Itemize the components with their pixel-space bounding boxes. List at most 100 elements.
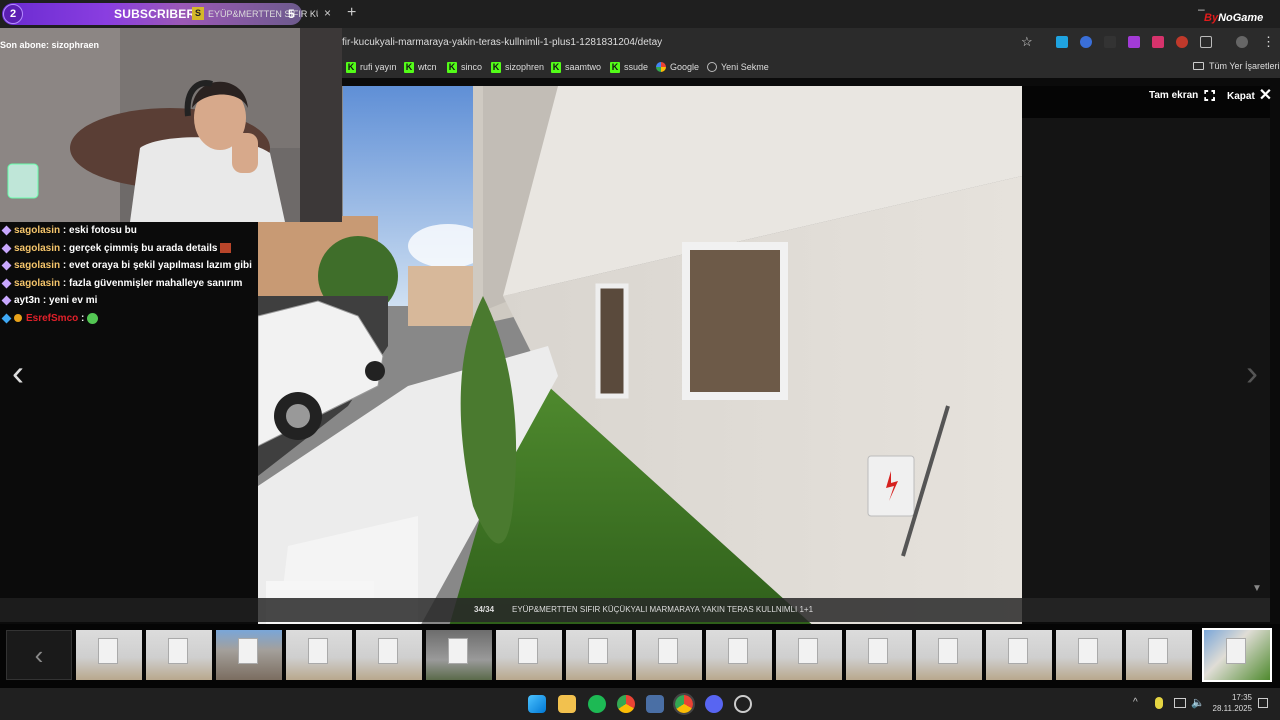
discord-icon[interactable]: [705, 695, 723, 713]
viewer-side-panel: [1022, 118, 1270, 598]
thumbnail[interactable]: [566, 630, 632, 680]
chrome-icon[interactable]: [617, 695, 635, 713]
close-label: Kapat: [1227, 90, 1255, 102]
tab-title[interactable]: EYÜP&MERTTEN SIFIR KÜÇÜKY: [208, 9, 318, 19]
network-icon[interactable]: [1174, 698, 1186, 708]
new-tab-button[interactable]: +: [347, 4, 356, 22]
last-subscriber-label: Son abone: sizophraen: [0, 40, 100, 50]
app-icon[interactable]: [734, 695, 752, 713]
subscribers-label: SUBSCRIBERS: [114, 7, 204, 21]
badge-icon: [1, 295, 12, 306]
extension-icon[interactable]: [1056, 36, 1068, 48]
thumbnail-active[interactable]: [1202, 628, 1272, 682]
kick-icon: K: [447, 61, 457, 73]
thumbnail[interactable]: [216, 630, 282, 680]
chrome-icon[interactable]: [673, 693, 695, 715]
bookmark-label: rufi yayın: [360, 62, 397, 72]
bynogame-suffix: NoGame: [1218, 12, 1264, 24]
bookmark-label: Yeni Sekme: [721, 62, 769, 72]
bookmark-item[interactable]: Ksaamtwo: [551, 61, 601, 73]
clock-time: 17:35: [1231, 693, 1252, 702]
url-field[interactable]: fir-kucukyali-marmaraya-yakin-teras-kull…: [342, 37, 662, 48]
bynogame-prefix: By: [1204, 12, 1219, 24]
bookmark-item[interactable]: Ksizophren: [491, 61, 544, 73]
thumbnail[interactable]: [1126, 630, 1192, 680]
menu-kebab-icon[interactable]: ⋮: [1262, 34, 1275, 50]
thumbnail[interactable]: [146, 630, 212, 680]
chat-message: sagolasin : fazla güvenmişler mahalleye …: [0, 275, 258, 293]
clock[interactable]: 17:35 28.11.2025: [1212, 692, 1252, 714]
previous-photo-button[interactable]: ‹: [12, 352, 24, 394]
next-photo-button[interactable]: ›: [1246, 352, 1258, 394]
bookmark-star-icon[interactable]: ☆: [1021, 34, 1033, 50]
bynogame-logo: ByNoGame: [1204, 12, 1263, 24]
notifications-icon[interactable]: [1258, 698, 1268, 708]
globe-icon: [707, 62, 717, 72]
thumbnail[interactable]: [776, 630, 842, 680]
chat-text: : fazla güvenmişler mahalleye sanırım: [62, 277, 243, 289]
kick-icon: K: [404, 61, 414, 73]
badge-icon: [1, 278, 12, 289]
thumbnail[interactable]: [426, 630, 492, 680]
bookmark-label: sizophren: [505, 62, 545, 72]
extension-icon[interactable]: [1176, 36, 1188, 48]
chat-message: sagolasin : gerçek çimmiş bu arada detai…: [0, 240, 258, 258]
bookmark-label: wtcn: [418, 62, 437, 72]
thumbnail[interactable]: [496, 630, 562, 680]
chat-text: : yeni ev mi: [42, 295, 98, 307]
thumbnail[interactable]: [986, 630, 1052, 680]
listing-photo[interactable]: [258, 86, 1022, 630]
thumbnail[interactable]: [916, 630, 982, 680]
chat-username: EsrefSmco: [26, 312, 79, 324]
scroll-down-icon[interactable]: ▼: [1252, 583, 1262, 594]
kick-icon: K: [491, 61, 501, 73]
bookmark-item[interactable]: Krufi yayın: [346, 61, 397, 73]
badge-icon: [14, 314, 22, 323]
caption-bar-left: [0, 598, 258, 622]
thumbnail[interactable]: [76, 630, 142, 680]
volume-icon[interactable]: 🔈: [1191, 696, 1205, 709]
thumbnail-prev-button[interactable]: ‹: [6, 630, 72, 680]
thumbnail[interactable]: [636, 630, 702, 680]
chat-message: EsrefSmco :: [0, 310, 258, 328]
tray-chevron-icon[interactable]: ^: [1133, 697, 1138, 708]
badge-icon: [1, 313, 12, 324]
microphone-icon[interactable]: [1155, 697, 1163, 709]
bookmark-item[interactable]: Ksinco: [447, 61, 482, 73]
thumbnail[interactable]: [356, 630, 422, 680]
profile-avatar[interactable]: [1236, 36, 1248, 48]
fullscreen-label: Tam ekran: [1149, 90, 1199, 101]
all-bookmarks-button[interactable]: Tüm Yer İşaretleri: [1193, 61, 1280, 71]
chat-text: : eski fotosu bu: [62, 225, 137, 237]
thumbnail[interactable]: [706, 630, 772, 680]
extension-icon[interactable]: [1152, 36, 1164, 48]
chat-username: sagolasin: [14, 260, 61, 272]
fullscreen-icon: [1204, 90, 1216, 101]
all-bookmarks-label: Tüm Yer İşaretleri: [1209, 61, 1280, 71]
kick-icon: K: [610, 61, 620, 73]
chat-message: sagolasin : evet oraya bi şekil yapılmas…: [0, 257, 258, 275]
extension-icon[interactable]: [1080, 36, 1092, 48]
subscriber-goal-banner: 2 SUBSCRIBERS S EYÜP&MERTTEN SIFIR KÜÇÜK…: [2, 3, 318, 25]
bookmark-label: saamtwo: [565, 62, 602, 72]
bookmark-item[interactable]: Yeni Sekme: [707, 61, 769, 73]
thumbnail[interactable]: [846, 630, 912, 680]
folder-icon: [1193, 62, 1204, 70]
fullscreen-button[interactable]: Tam ekran: [1149, 90, 1216, 101]
bookmark-item[interactable]: Google: [656, 61, 699, 73]
bookmark-item[interactable]: Kwtcn: [404, 61, 437, 73]
windows-start-icon[interactable]: [528, 695, 546, 713]
spotify-icon[interactable]: [588, 695, 606, 713]
app-icon[interactable]: [646, 695, 664, 713]
extension-icon[interactable]: [1128, 36, 1140, 48]
extension-icon[interactable]: [1104, 36, 1116, 48]
bookmark-item[interactable]: Kssude: [610, 61, 648, 73]
tab-close-button[interactable]: ×: [324, 6, 331, 20]
extensions-puzzle-icon[interactable]: [1200, 36, 1212, 48]
file-explorer-icon[interactable]: [558, 695, 576, 713]
thumbnail[interactable]: [1056, 630, 1122, 680]
chat-username: sagolasin: [14, 242, 61, 254]
subscriber-tag: S: [192, 7, 204, 20]
close-viewer-button[interactable]: Kapat ✕: [1227, 88, 1272, 104]
thumbnail[interactable]: [286, 630, 352, 680]
